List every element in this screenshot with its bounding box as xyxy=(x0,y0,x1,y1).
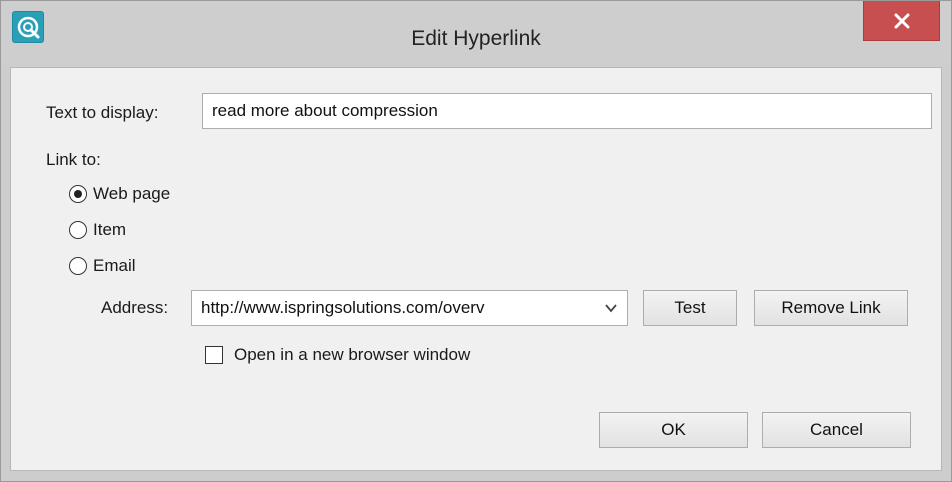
address-combobox[interactable]: http://www.ispringsolutions.com/overv xyxy=(191,290,628,326)
close-button[interactable] xyxy=(863,1,940,41)
radio-web-page-label: Web page xyxy=(93,184,171,203)
remove-link-button[interactable]: Remove Link xyxy=(754,290,908,326)
open-new-window-checkbox[interactable] xyxy=(205,346,223,364)
radio-item-label: Item xyxy=(93,220,127,239)
radio-email-button[interactable] xyxy=(69,257,87,275)
dialog-body: Text to display: read more about compres… xyxy=(10,67,942,471)
radio-web-page-button[interactable] xyxy=(69,185,87,203)
test-button[interactable]: Test xyxy=(643,290,737,326)
chevron-down-icon[interactable] xyxy=(604,301,618,315)
window-title: Edit Hyperlink xyxy=(411,27,541,50)
close-icon xyxy=(894,13,910,29)
radio-email-label: Email xyxy=(93,256,136,275)
open-new-window-option[interactable]: Open in a new browser window xyxy=(205,343,470,367)
radio-email[interactable]: Email xyxy=(69,252,136,280)
link-to-label: Link to: xyxy=(46,150,101,169)
text-to-display-label: Text to display: xyxy=(46,103,159,122)
radio-web-page[interactable]: Web page xyxy=(69,180,170,208)
edit-hyperlink-dialog: Edit Hyperlink Text to display: read mor… xyxy=(0,0,952,482)
ok-button[interactable]: OK xyxy=(599,412,748,448)
radio-item[interactable]: Item xyxy=(69,216,126,244)
address-value[interactable]: http://www.ispringsolutions.com/overv xyxy=(201,291,603,325)
title-bar[interactable]: Edit Hyperlink xyxy=(1,1,951,67)
cancel-button[interactable]: Cancel xyxy=(762,412,911,448)
text-to-display-input[interactable]: read more about compression xyxy=(202,93,932,129)
open-new-window-label: Open in a new browser window xyxy=(234,345,471,364)
address-label: Address: xyxy=(101,298,169,317)
radio-item-button[interactable] xyxy=(69,221,87,239)
